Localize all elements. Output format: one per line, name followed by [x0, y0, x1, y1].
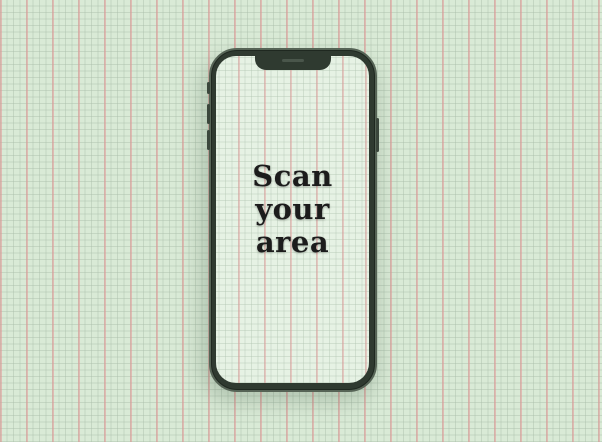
speaker-grille [282, 59, 304, 62]
volume-up-button [207, 104, 210, 124]
silent-switch [207, 82, 210, 94]
power-button [376, 118, 379, 152]
scan-your-area-headline: Scan your area [216, 160, 369, 259]
volume-down-button [207, 130, 210, 150]
headline-line-1: Scan [252, 159, 333, 193]
headline-line-2: your [255, 192, 330, 226]
page-background: { "screen": { "headline_lines": ["Scan",… [0, 0, 602, 442]
headline-line-3: area [255, 225, 330, 259]
